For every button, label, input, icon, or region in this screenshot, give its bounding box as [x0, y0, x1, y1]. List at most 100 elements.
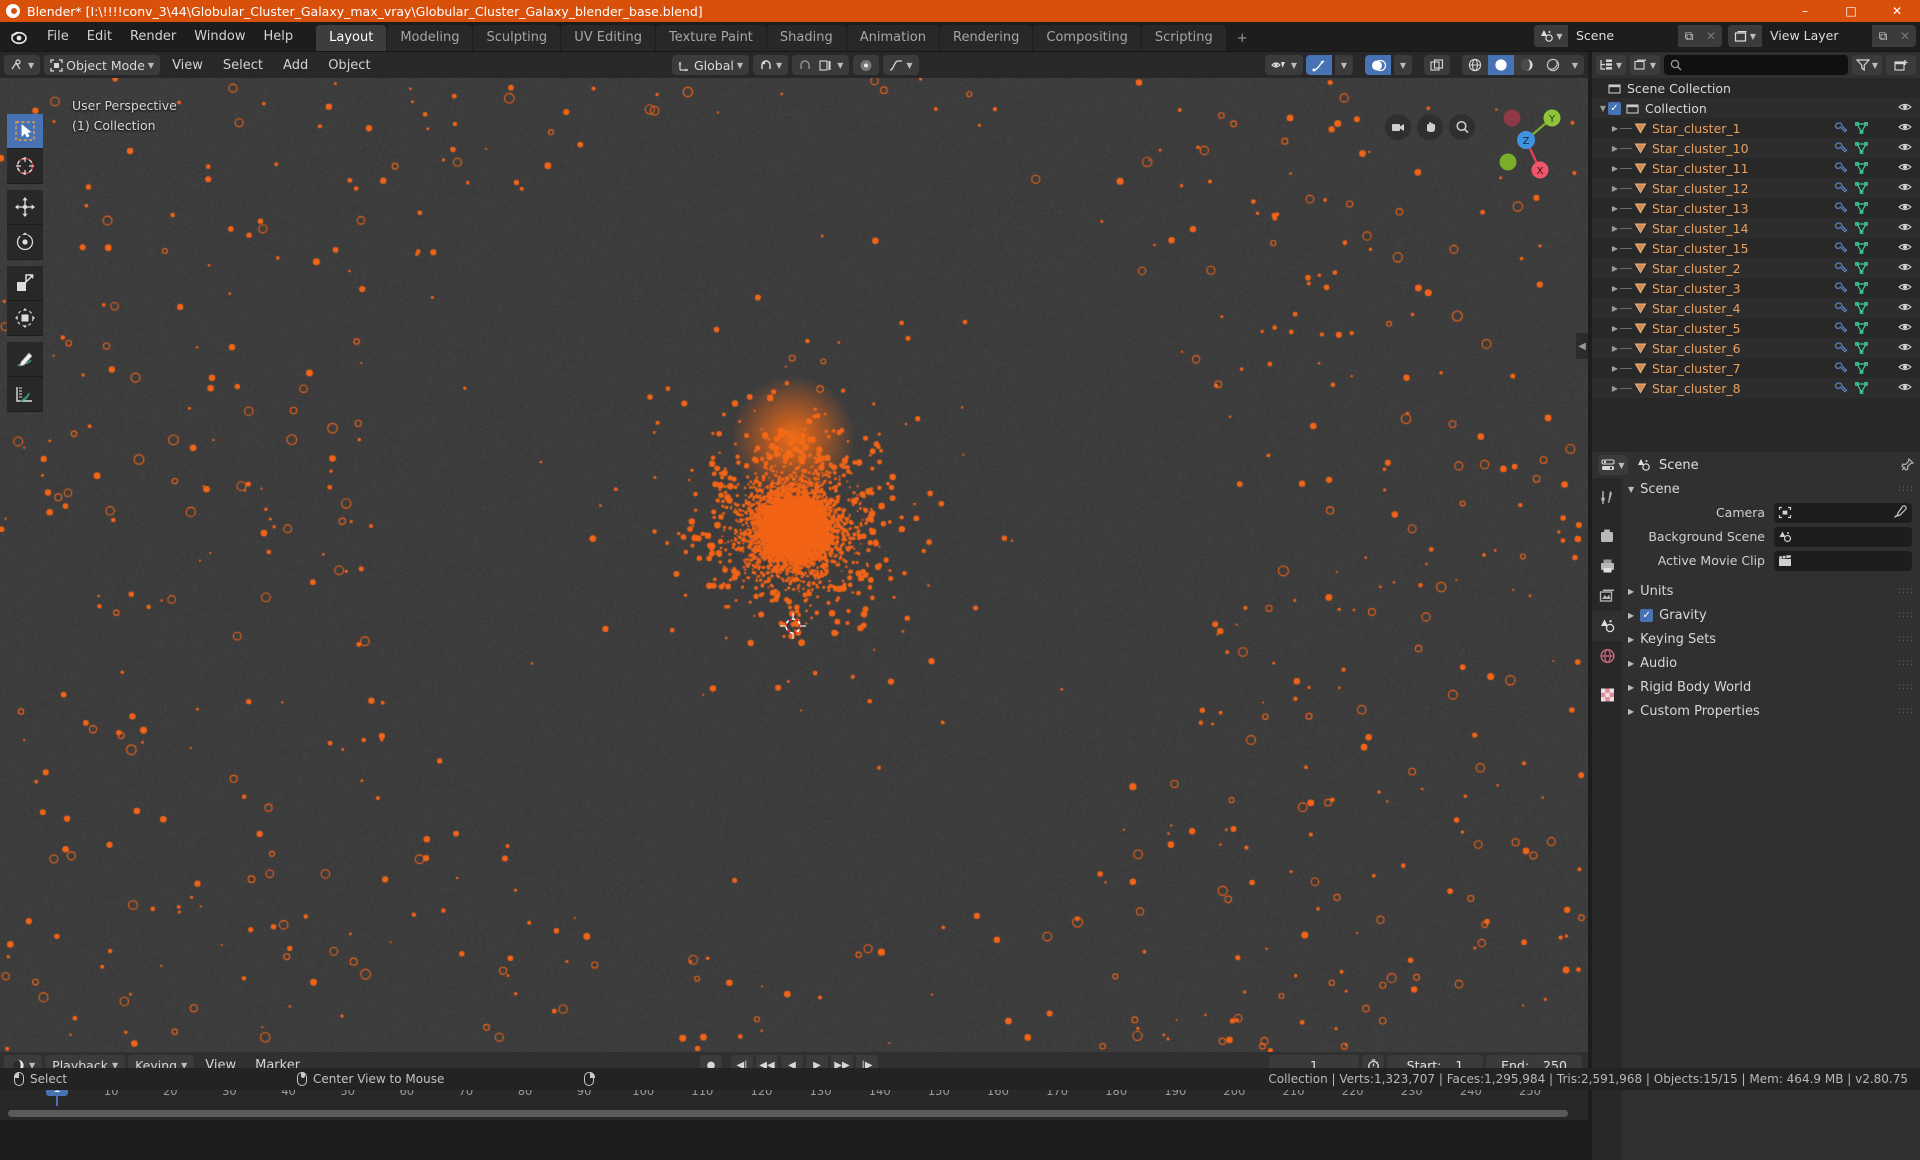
object-expand-icon[interactable]: ▶: [1610, 264, 1620, 273]
object-visibility-icon[interactable]: [1898, 281, 1912, 293]
outliner-object-row[interactable]: ▶ Star_cluster_15: [1592, 238, 1920, 258]
tab-render-properties[interactable]: [1592, 521, 1622, 551]
tab-texture-properties[interactable]: [1592, 680, 1622, 710]
outliner-object-row[interactable]: ▶ Star_cluster_8: [1592, 378, 1920, 398]
tool-move[interactable]: [7, 190, 43, 225]
view-layer-selector[interactable]: ▼ View Layer ⧉ ✕: [1728, 25, 1916, 47]
view-layer-name[interactable]: View Layer: [1762, 25, 1872, 47]
panel-header-gravity[interactable]: ▶ ✓ Gravity::::: [1622, 603, 1920, 627]
menu-edit[interactable]: Edit: [78, 26, 121, 47]
eyedropper-icon[interactable]: [1893, 505, 1907, 519]
object-visibility-icon[interactable]: [1898, 161, 1912, 173]
active-movie-clip-field[interactable]: [1774, 551, 1912, 571]
object-visibility-icon[interactable]: [1898, 261, 1912, 273]
viewport-menu-select[interactable]: Select: [215, 56, 271, 75]
mesh-data-icon[interactable]: [1855, 342, 1868, 354]
modifier-icon[interactable]: [1835, 342, 1848, 354]
modifier-icon[interactable]: [1835, 122, 1848, 134]
modifier-icon[interactable]: [1835, 162, 1848, 174]
shading-material-button[interactable]: [1514, 55, 1540, 75]
tab-shading[interactable]: Shading: [767, 25, 846, 51]
remove-scene-button[interactable]: ✕: [1700, 25, 1722, 47]
add-workspace-button[interactable]: +: [1227, 26, 1258, 51]
close-button[interactable]: ✕: [1874, 0, 1920, 22]
shading-dropdown[interactable]: ▼: [1566, 55, 1584, 75]
new-collection-button[interactable]: [1886, 55, 1916, 75]
outliner-object-row[interactable]: ▶ Star_cluster_3: [1592, 278, 1920, 298]
modifier-icon[interactable]: [1835, 262, 1848, 274]
mesh-data-icon[interactable]: [1855, 322, 1868, 334]
shading-wireframe-button[interactable]: [1462, 55, 1488, 75]
menu-render[interactable]: Render: [121, 26, 185, 47]
show-overlays-button[interactable]: [1365, 55, 1391, 75]
outliner-object-row[interactable]: ▶ Star_cluster_1: [1592, 118, 1920, 138]
mesh-data-icon[interactable]: [1855, 122, 1868, 134]
mesh-data-icon[interactable]: [1855, 242, 1868, 254]
object-expand-icon[interactable]: ▶: [1610, 284, 1620, 293]
outliner-object-row[interactable]: ▶ Star_cluster_10: [1592, 138, 1920, 158]
object-expand-icon[interactable]: ▶: [1610, 204, 1620, 213]
new-view-layer-button[interactable]: ⧉: [1872, 25, 1894, 47]
remove-view-layer-button[interactable]: ✕: [1894, 25, 1916, 47]
panel-header-audio[interactable]: ▶ Audio::::: [1622, 651, 1920, 675]
tool-rotate[interactable]: [7, 225, 43, 260]
sidebar-expand-arrow[interactable]: ◀: [1576, 333, 1588, 359]
outliner-object-row[interactable]: ▶ Star_cluster_2: [1592, 258, 1920, 278]
shading-rendered-button[interactable]: [1540, 55, 1566, 75]
outliner-object-row[interactable]: ▶ Star_cluster_6: [1592, 338, 1920, 358]
snap-magnet-button[interactable]: ▼: [753, 55, 788, 75]
tab-rendering[interactable]: Rendering: [940, 25, 1032, 51]
outliner-object-row[interactable]: ▶ Star_cluster_11: [1592, 158, 1920, 178]
modifier-icon[interactable]: [1835, 182, 1848, 194]
panel-header-units[interactable]: ▶ Units::::: [1622, 579, 1920, 603]
outliner-object-row[interactable]: ▶ Star_cluster_7: [1592, 358, 1920, 378]
mesh-data-icon[interactable]: [1855, 382, 1868, 394]
tool-annotate[interactable]: [7, 342, 43, 377]
object-expand-icon[interactable]: ▶: [1610, 304, 1620, 313]
navigation-gizmo[interactable]: Y X Z: [1478, 92, 1574, 188]
modifier-icon[interactable]: [1835, 362, 1848, 374]
panel-header-scene[interactable]: ▼ Scene ::::: [1622, 478, 1920, 500]
outliner-object-row[interactable]: ▶ Star_cluster_13: [1592, 198, 1920, 218]
outliner-object-row[interactable]: ▶ Star_cluster_14: [1592, 218, 1920, 238]
object-expand-icon[interactable]: ▶: [1610, 164, 1620, 173]
mesh-data-icon[interactable]: [1855, 182, 1868, 194]
modifier-icon[interactable]: [1835, 242, 1848, 254]
object-expand-icon[interactable]: ▶: [1610, 244, 1620, 253]
object-expand-icon[interactable]: ▶: [1610, 144, 1620, 153]
menu-window[interactable]: Window: [185, 26, 254, 47]
new-scene-button[interactable]: ⧉: [1678, 25, 1700, 47]
tab-uv-editing[interactable]: UV Editing: [561, 25, 655, 51]
scene-name[interactable]: Scene: [1568, 25, 1678, 47]
object-visibility-icon[interactable]: [1898, 341, 1912, 353]
proportional-falloff-button[interactable]: ▼: [883, 55, 918, 75]
tool-select-box[interactable]: [7, 114, 43, 149]
object-expand-icon[interactable]: ▶: [1610, 184, 1620, 193]
object-visibility-icon[interactable]: [1898, 241, 1912, 253]
tool-scale[interactable]: [7, 266, 43, 301]
modifier-icon[interactable]: [1835, 142, 1848, 154]
object-visibility-icon[interactable]: [1898, 181, 1912, 193]
panel-header-custom-properties[interactable]: ▶ Custom Properties::::: [1622, 699, 1920, 723]
background-scene-field[interactable]: [1774, 527, 1912, 547]
tab-sculpting[interactable]: Sculpting: [473, 25, 560, 51]
viewport-menu-view[interactable]: View: [164, 56, 211, 75]
camera-field[interactable]: [1774, 503, 1912, 523]
overlays-dropdown[interactable]: ▼: [1394, 55, 1412, 75]
mesh-data-icon[interactable]: [1855, 302, 1868, 314]
transform-orientation-selector[interactable]: Global ▼: [672, 55, 749, 75]
viewport-zoom-icon[interactable]: [1449, 114, 1475, 140]
tab-layout[interactable]: Layout: [316, 25, 386, 51]
tab-output-properties[interactable]: [1592, 551, 1622, 581]
viewport-camera-icon[interactable]: [1385, 114, 1411, 140]
panel-header-rigid-body-world[interactable]: ▶ Rigid Body World::::: [1622, 675, 1920, 699]
scene-icon[interactable]: ▼: [1534, 25, 1568, 47]
modifier-icon[interactable]: [1835, 382, 1848, 394]
object-expand-icon[interactable]: ▶: [1610, 224, 1620, 233]
object-visibility-icon[interactable]: [1898, 221, 1912, 233]
outliner-display-mode-button[interactable]: ▼: [1630, 55, 1660, 75]
menu-help[interactable]: Help: [255, 26, 303, 47]
outliner-object-row[interactable]: ▶ Star_cluster_4: [1592, 298, 1920, 318]
tab-tool-properties[interactable]: [1592, 482, 1622, 512]
collection-visibility-icon[interactable]: [1898, 101, 1912, 113]
